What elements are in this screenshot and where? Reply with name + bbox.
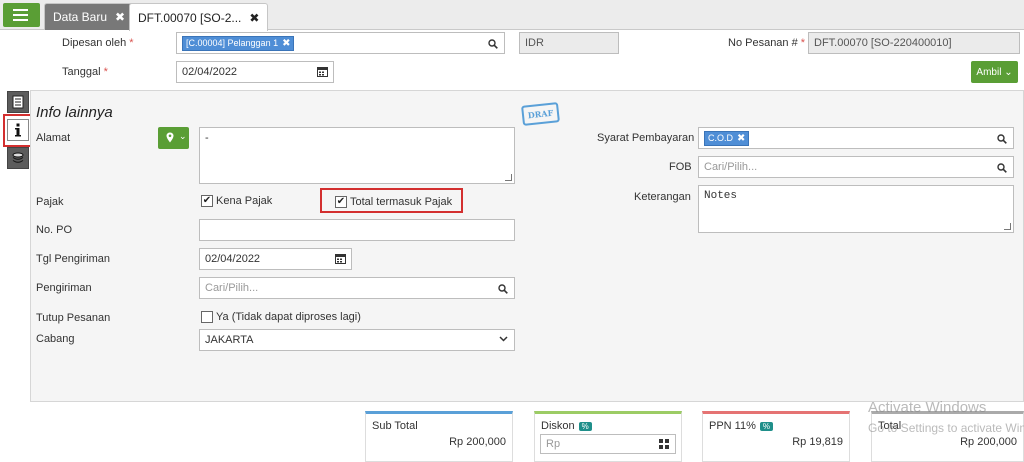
search-icon[interactable] — [498, 284, 508, 294]
chevron-down-icon[interactable] — [499, 336, 508, 342]
tax-total-value: Rp 19,819 — [792, 436, 843, 448]
menu-list-icon[interactable] — [3, 3, 40, 27]
remove-icon[interactable]: ✖ — [282, 38, 290, 49]
customer-chip: [C.00004] Pelanggan 1 ✖ — [182, 35, 295, 51]
address-label: Alamat — [36, 132, 71, 144]
tax-box: PPN 11%% Rp 19,819 — [702, 411, 850, 462]
notes-label: Keterangan — [634, 191, 691, 203]
activation-watermark-title: Activate Windows — [868, 399, 987, 416]
calendar-icon[interactable] — [335, 253, 346, 264]
close-order-label: Tutup Pesanan — [36, 312, 111, 324]
close-icon[interactable]: ✖ — [249, 11, 259, 25]
address-textarea[interactable]: - — [199, 127, 515, 184]
shipping-select[interactable]: Cari/Pilih... — [199, 277, 515, 299]
customer-select[interactable]: [C.00004] Pelanggan 1 ✖ — [176, 32, 505, 54]
po-label: No. PO — [36, 224, 73, 236]
subtotal-box: Sub Total Rp 200,000 — [365, 411, 513, 462]
currency-field: IDR — [519, 32, 619, 54]
branch-label: Cabang — [36, 333, 75, 345]
payment-terms-label: Syarat Pembayaran — [597, 132, 695, 144]
chevron-down-icon: ⌄ — [1004, 66, 1013, 78]
branch-select[interactable]: JAKARTA — [199, 329, 515, 351]
subtotal-value: Rp 200,000 — [449, 436, 506, 448]
date-input[interactable]: 02/04/2022 — [176, 61, 334, 83]
date-label: Tanggal * — [62, 66, 108, 78]
tab-label: Data Baru — [53, 10, 108, 24]
calculator-icon[interactable] — [659, 439, 669, 449]
fob-select[interactable]: Cari/Pilih... — [698, 156, 1014, 178]
search-icon[interactable] — [997, 134, 1007, 144]
search-icon[interactable] — [997, 163, 1007, 173]
po-input[interactable] — [199, 219, 515, 241]
search-icon[interactable] — [488, 39, 498, 49]
draft-stamp: DRAF — [521, 102, 560, 126]
stack-icon[interactable] — [7, 147, 29, 169]
discount-label: Diskon% — [541, 420, 592, 432]
order-no-label: No Pesanan # * — [728, 37, 806, 49]
tab-data-baru[interactable]: Data Baru ✖ — [44, 3, 135, 30]
tab-bar: Data Baru ✖ DFT.00070 [SO-2... ✖ — [0, 0, 1024, 31]
close-order-option-label: Ya (Tidak dapat diproses lagi) — [216, 311, 361, 323]
notes-textarea[interactable]: Notes — [698, 185, 1014, 233]
highlight-box — [320, 188, 463, 213]
activation-watermark-text: Go to Settings to activate Windows. — [868, 421, 1024, 435]
document-icon[interactable] — [7, 91, 29, 113]
discount-input[interactable]: Rp — [540, 434, 676, 454]
tax-total-label: PPN 11%% — [709, 420, 773, 432]
total-box: Total Rp 200,000 — [871, 411, 1024, 462]
discount-box: Diskon% Rp — [534, 411, 682, 462]
tax-option-label: Kena Pajak — [216, 195, 273, 207]
panel-title: Info lainnya — [36, 104, 113, 121]
payment-terms-select[interactable]: C.O.D ✖ — [698, 127, 1014, 149]
tax-label: Pajak — [36, 196, 64, 208]
percent-toggle[interactable]: % — [759, 422, 773, 431]
tab-sales-order[interactable]: DFT.00070 [SO-2... ✖ — [129, 3, 269, 31]
map-pin-icon — [166, 132, 174, 143]
order-no-field: DFT.00070 [SO-220400010] — [808, 32, 1020, 54]
fob-label: FOB — [669, 161, 692, 173]
payment-terms-chip: C.O.D ✖ — [704, 130, 750, 146]
ship-date-input[interactable]: 02/04/2022 — [199, 248, 352, 270]
customer-label: Dipesan oleh * — [62, 37, 134, 49]
map-pin-button[interactable]: ⌄ — [158, 127, 189, 149]
remove-icon[interactable]: ✖ — [737, 133, 745, 144]
close-order-checkbox[interactable] — [201, 311, 213, 323]
tab-label: DFT.00070 [SO-2... — [138, 10, 242, 25]
tax-checkbox[interactable]: ✔ — [201, 195, 213, 207]
calendar-icon[interactable] — [317, 66, 328, 77]
total-value: Rp 200,000 — [960, 436, 1017, 448]
ship-date-label: Tgl Pengiriman — [36, 253, 110, 265]
close-icon[interactable]: ✖ — [115, 10, 125, 24]
percent-toggle[interactable]: % — [578, 422, 592, 431]
shipping-label: Pengiriman — [36, 282, 92, 294]
chevron-down-icon: ⌄ — [179, 131, 187, 141]
ambil-button[interactable]: Ambil ⌄ — [971, 61, 1018, 83]
subtotal-label: Sub Total — [372, 420, 418, 432]
